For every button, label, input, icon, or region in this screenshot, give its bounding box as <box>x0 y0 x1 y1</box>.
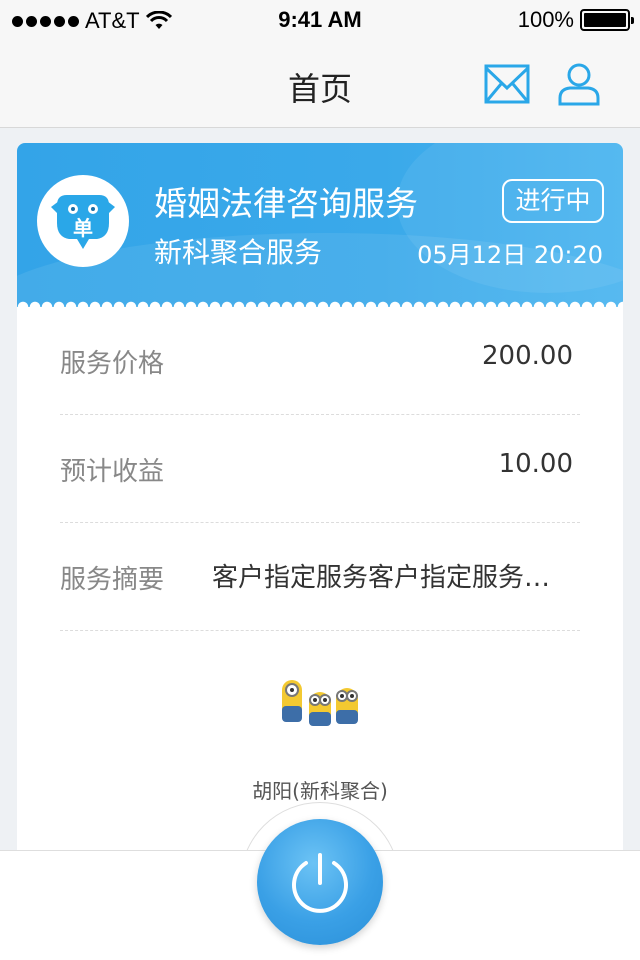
agent-name: 胡阳(新科聚合) <box>252 779 388 803</box>
service-logo: 单 <box>37 175 129 267</box>
info-row-income: 预计收益 10.00 <box>60 415 580 523</box>
row-value: 200.00 <box>482 341 573 371</box>
minions-avatar-icon <box>272 658 368 754</box>
info-row-summary: 服务摘要 客户指定服务客户指定服务… <box>60 523 580 631</box>
status-badge: 进行中 <box>502 179 604 223</box>
row-value: 客户指定服务客户指定服务… <box>212 563 551 593</box>
row-label: 预计收益 <box>60 457 165 487</box>
row-label: 服务价格 <box>60 349 165 379</box>
row-label: 服务摘要 <box>60 565 165 595</box>
row-value: 10.00 <box>498 449 573 479</box>
status-right: 100% <box>517 7 634 33</box>
logo-icon: 单 <box>51 195 115 249</box>
service-datetime: 05月12日 20:20 <box>417 241 603 269</box>
battery-fill <box>584 13 626 27</box>
status-bar: AT&T 9:41 AM 100% <box>0 0 640 40</box>
power-icon <box>292 853 348 913</box>
power-button[interactable] <box>257 819 383 945</box>
logo-text: 单 <box>73 216 93 240</box>
card-header: 单 婚姻法律咨询服务 新科聚合服务 进行中 05月12日 20:20 <box>17 143 623 307</box>
service-subtitle: 新科聚合服务 <box>154 236 323 269</box>
service-title: 婚姻法律咨询服务 <box>154 184 418 223</box>
nav-bar: 首页 <box>0 40 640 128</box>
battery-percent: 100% <box>517 7 574 32</box>
user-icon[interactable] <box>556 62 602 106</box>
agent-avatar[interactable] <box>272 658 368 754</box>
page-title: 首页 <box>287 70 352 108</box>
battery-icon <box>580 9 634 31</box>
mail-icon[interactable] <box>484 64 530 104</box>
info-row-price: 服务价格 200.00 <box>60 307 580 415</box>
